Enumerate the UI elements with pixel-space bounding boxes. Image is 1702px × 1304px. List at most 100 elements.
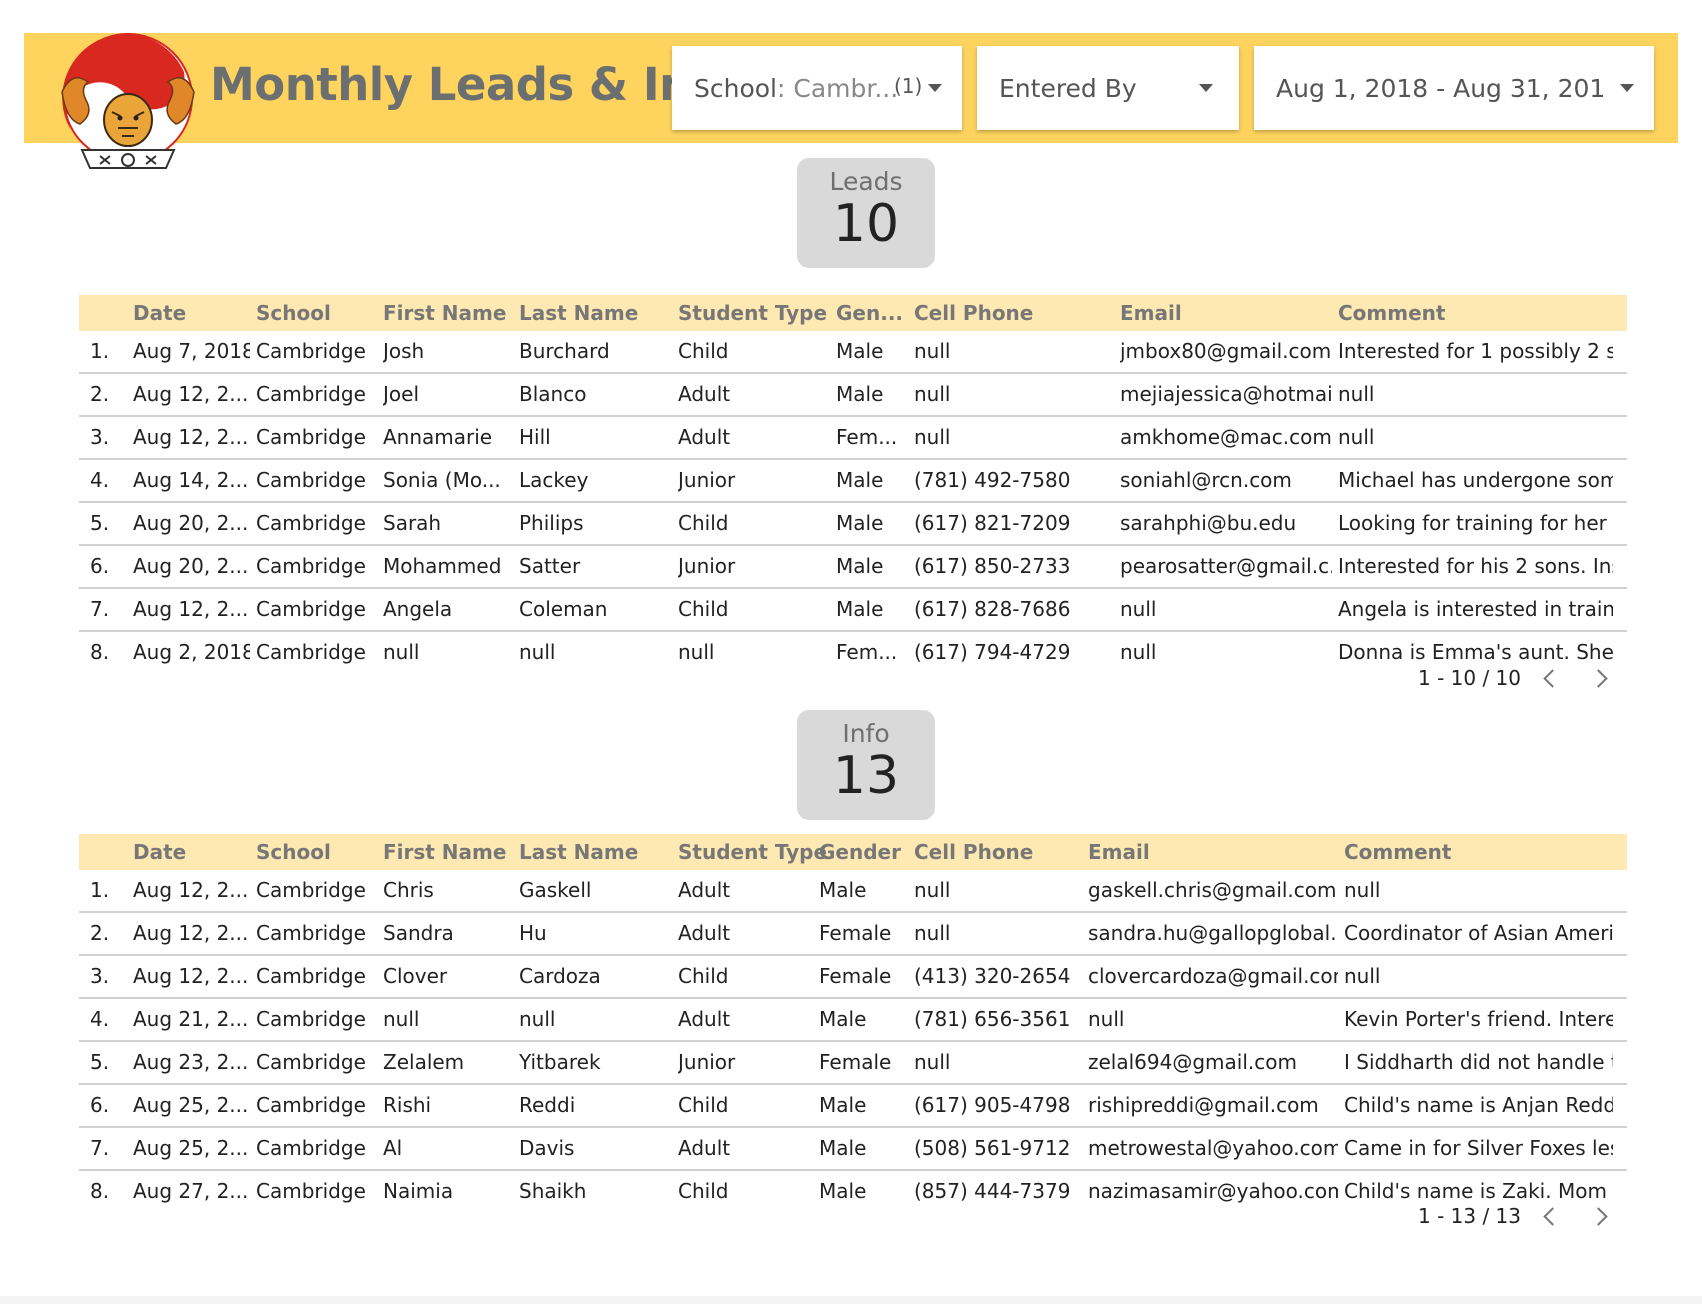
row-number: 4. [90,1007,110,1031]
column-header[interactable]: Date [133,295,186,331]
table-row[interactable]: 7. Aug 25, 2... Cambridge Al Davis Adult Male (… [79,1128,1627,1171]
table-row[interactable]: 4. Aug 14, 2... Cambridge Sonia (Mo... Lacke… [79,460,1627,503]
table-cell: Aug 21, 2... [133,1007,249,1031]
table-cell: null [914,1050,951,1074]
column-header[interactable]: Comment [1344,834,1451,870]
table-cell: Yitbarek [519,1050,601,1074]
table-cell: Joel [383,382,419,406]
table-cell: nazimasamir@yahoo.com [1088,1179,1338,1203]
date-range-picker[interactable]: Aug 1, 2018 - Aug 31, 201 [1254,46,1654,130]
info-table: Date School First Name Last Name Student Typ… [79,834,1627,1234]
column-header[interactable]: Date [133,834,186,870]
leads-table: Date School First Name Last Name Student Typ… [79,295,1627,695]
column-header[interactable]: Gender [819,834,901,870]
table-cell: (413) 320-2654 [914,964,1071,988]
table-cell: Cambridge [256,878,366,902]
table-row[interactable]: 1. Aug 12, 2... Cambridge Chris Gaskell Adult… [79,870,1627,913]
table-cell: Chris [383,878,434,902]
table-cell: (617) 821-7209 [914,511,1071,535]
table-cell: Cambridge [256,382,366,406]
column-header[interactable]: First Name [383,834,506,870]
table-cell: zelal694@gmail.com [1088,1050,1297,1074]
table-row[interactable]: 6. Aug 25, 2... Cambridge Rishi Reddi Child Ma… [79,1085,1627,1128]
table-cell: Male [836,468,884,492]
column-header[interactable]: Comment [1338,295,1445,331]
table-cell: (857) 444-7379 [914,1179,1071,1203]
table-cell: Aug 2, 2018 [133,640,250,664]
column-header[interactable]: Student Type [678,295,827,331]
row-number: 5. [90,511,110,535]
column-header[interactable]: Gen... [836,295,903,331]
table-cell: Female [819,1050,892,1074]
table-cell: null [914,921,951,945]
page-title: Monthly Leads & Info [210,58,741,111]
table-cell: rishipreddi@gmail.com [1088,1093,1319,1117]
table-row[interactable]: 4. Aug 21, 2... Cambridge null null Adult Male… [79,999,1627,1042]
table-row[interactable]: 5. Aug 23, 2... Cambridge Zelalem Yitbarek Ju… [79,1042,1627,1085]
row-number: 7. [90,1136,110,1160]
leads-scorecard-value: 10 [832,194,900,254]
table-row[interactable]: 2. Aug 12, 2... Cambridge Sandra Hu Adult Fema… [79,913,1627,956]
table-cell: Male [836,382,884,406]
table-cell: Aug 27, 2... [133,1179,249,1203]
info-table-header: Date School First Name Last Name Student Typ… [79,834,1627,870]
table-cell: null [519,1007,556,1031]
page-footer-strip [0,1296,1702,1304]
column-header[interactable]: Last Name [519,834,638,870]
table-row[interactable]: 6. Aug 20, 2... Cambridge Mohammed Satter Jun… [79,546,1627,589]
table-row[interactable]: 7. Aug 12, 2... Cambridge Angela Coleman Chil… [79,589,1627,632]
column-header[interactable]: Last Name [519,295,638,331]
column-header[interactable]: Cell Phone [914,295,1033,331]
table-cell: Fem... [836,640,898,664]
table-cell: Sonia (Mo... [383,468,501,492]
school-filter-dropdown[interactable]: School: Cambr... (1) [672,46,962,130]
table-cell: Sandra [383,921,454,945]
table-cell: Lackey [519,468,589,492]
column-header[interactable]: Email [1088,834,1150,870]
table-cell: Male [819,878,867,902]
table-row[interactable]: 8. Aug 27, 2... Cambridge Naimia Shaikh Child… [79,1171,1627,1214]
column-header[interactable]: Email [1120,295,1182,331]
column-header[interactable]: School [256,834,331,870]
table-row[interactable]: 1. Aug 7, 2018 Cambridge Josh Burchard Child M… [79,331,1627,374]
column-header[interactable]: Student Type [678,834,827,870]
table-cell: Aug 12, 2... [133,425,249,449]
table-cell: Cambridge [256,1050,366,1074]
row-number: 8. [90,1179,110,1203]
table-cell: Clover [383,964,448,988]
column-header[interactable]: School [256,295,331,331]
table-cell: Aug 7, 2018 [133,339,250,363]
table-cell: Aug 25, 2... [133,1093,249,1117]
table-cell: Cambridge [256,511,366,535]
entered-by-filter-dropdown[interactable]: Entered By [977,46,1239,130]
info-scorecard: Info 13 [797,710,935,820]
info-pagination-label: 1 - 13 / 13 [1418,1204,1522,1228]
table-row[interactable]: 3. Aug 12, 2... Cambridge Clover Cardoza Chil… [79,956,1627,999]
table-cell: Male [819,1136,867,1160]
table-row[interactable]: 5. Aug 20, 2... Cambridge Sarah Philips Child… [79,503,1627,546]
table-cell: Josh [383,339,425,363]
row-number: 1. [90,878,110,902]
table-row[interactable]: 3. Aug 12, 2... Cambridge Annamarie Hill Adul… [79,417,1627,460]
table-cell: Aug 12, 2... [133,964,249,988]
row-number: 1. [90,339,110,363]
row-number: 2. [90,921,110,945]
column-header[interactable]: First Name [383,295,506,331]
table-cell: Junior [678,554,736,578]
table-cell: Cambridge [256,640,366,664]
table-cell: mejiajessica@hotmail... [1120,382,1332,406]
table-cell: null [914,425,951,449]
table-cell: Adult [678,921,731,945]
table-cell: Came in for Silver Foxes lesso... [1344,1136,1613,1160]
table-cell: Aug 12, 2... [133,382,249,406]
table-row[interactable]: 8. Aug 2, 2018 Cambridge null null null Fem...… [79,632,1627,675]
table-cell: Aug 12, 2... [133,878,249,902]
table-cell: Hill [519,425,551,449]
row-number: 3. [90,964,110,988]
column-header[interactable]: Cell Phone [914,834,1033,870]
table-cell: Looking for training for her 10 ... [1338,511,1613,535]
table-cell: Cambridge [256,339,366,363]
table-cell: Male [836,511,884,535]
table-row[interactable]: 2. Aug 12, 2... Cambridge Joel Blanco Adult Ma… [79,374,1627,417]
table-cell: Adult [678,1136,731,1160]
